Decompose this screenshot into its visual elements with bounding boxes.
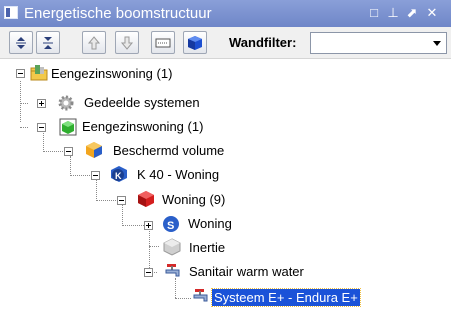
tree-node-label: Woning [188,216,232,231]
move-up-button[interactable] [82,31,106,54]
float-icon[interactable]: ⬈ [404,4,420,22]
expand-all-icon [16,37,26,49]
tree-node-label: K 40 - Woning [137,167,220,182]
tree-node-label: Eengezinswoning (1) [82,119,204,134]
tree-node-label: Inertie [189,240,226,255]
collapse-toggle-icon[interactable] [64,147,73,156]
collapse-all-icon [43,37,53,49]
close-icon[interactable]: ✕ [424,4,440,22]
energy-tree: Eengezinswoning (1) Gedeelde systemen Ee… [0,59,451,311]
tree-node-label: Sanitair warm water [189,264,304,279]
window-titlebar: Energetische boomstructuur □ ⊥ ⬈ ✕ [0,0,451,27]
wandfilter-label: Wandfilter: [229,35,297,50]
tree-node-label-selected: Systeem E+ - Endura E+ [211,288,361,307]
blue-cube-icon [188,36,202,50]
collapse-toggle-icon[interactable] [144,268,153,277]
expand-toggle-icon[interactable] [37,99,46,108]
building-folder-icon [30,65,48,81]
tap-icon [193,289,208,302]
toolbar: Wandfilter: [0,27,451,59]
grey-cube-icon [163,238,181,256]
move-down-button[interactable] [115,31,139,54]
keyboard-button[interactable] [151,31,175,54]
window-title: Energetische boomstructuur [24,5,212,22]
svg-text:S: S [167,220,174,232]
expand-all-button[interactable] [9,31,33,54]
restore-icon[interactable]: □ [366,4,382,22]
window-icon [4,6,18,19]
expand-toggle-icon[interactable] [144,221,153,230]
red-cube-icon [138,191,154,207]
collapse-toggle-icon[interactable] [37,123,46,132]
tap-icon [165,264,180,277]
tree-node-label: Woning (9) [162,192,226,207]
pin-icon[interactable]: ⊥ [385,4,401,22]
collapse-all-button[interactable] [36,31,60,54]
tree-node-label: Gedeelde systemen [84,95,200,110]
collapse-toggle-icon[interactable] [117,196,126,205]
k-badge-icon: K [111,166,127,182]
cube-button[interactable] [183,31,207,54]
arrow-down-icon [120,36,134,50]
orange-blue-cube-icon [86,142,102,158]
tree-node-label: Eengezinswoning (1) [51,66,173,81]
arrow-up-icon [87,36,101,50]
gear-icon [58,95,74,111]
blue-gear-icon: S [163,216,179,232]
green-cube-icon [59,118,77,136]
svg-text:K: K [115,171,122,181]
collapse-toggle-icon[interactable] [16,69,25,78]
tree-node-label: Beschermd volume [113,143,225,158]
keyboard-icon [155,38,171,48]
wandfilter-select[interactable] [310,32,447,54]
collapse-toggle-icon[interactable] [91,171,100,180]
chevron-down-icon [433,41,441,46]
